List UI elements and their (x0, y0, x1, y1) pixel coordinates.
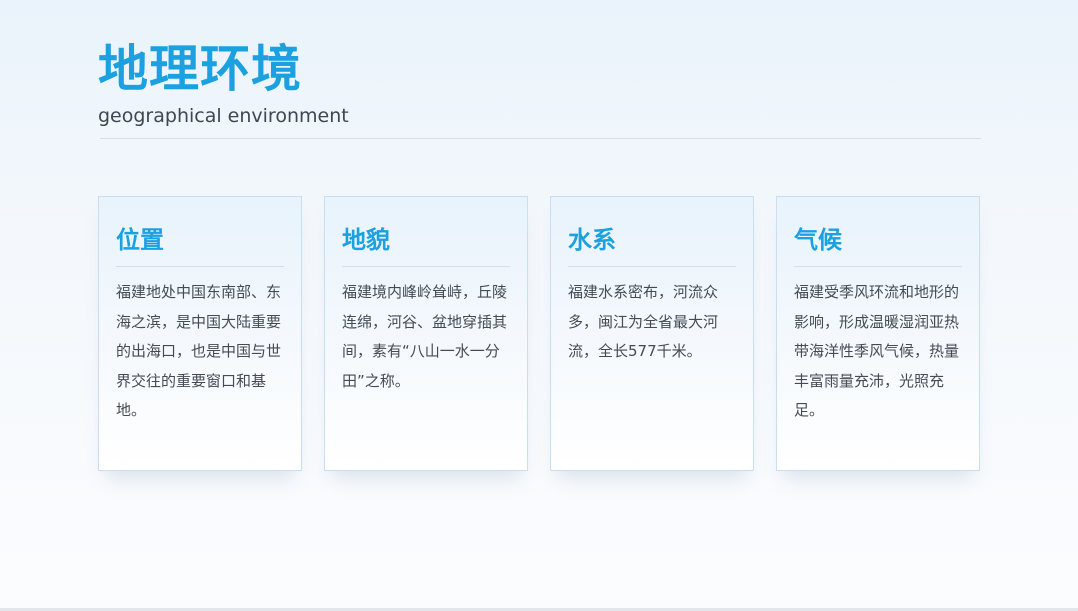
page-title: 地理环境 (98, 39, 302, 98)
card-divider (116, 266, 284, 267)
card-water-system: 水系 福建水系密布，河流众多，闽江为全省最大河流，全长577千米。 (550, 196, 754, 471)
page-subtitle: geographical environment (98, 105, 349, 127)
card-title: 气候 (794, 225, 842, 254)
card-title: 地貌 (342, 225, 390, 254)
header-divider (100, 138, 981, 139)
card-text: 福建受季风环流和地形的影响，形成温暖湿润亚热带海洋性季风气候，热量丰富雨量充沛，… (794, 283, 960, 419)
card-climate: 气候 福建受季风环流和地形的影响，形成温暖湿润亚热带海洋性季风气候，热量丰富雨量… (776, 196, 980, 471)
slide: 地理环境 geographical environment 位置 福建地处中国东… (0, 0, 1078, 608)
card-location: 位置 福建地处中国东南部、东海之滨，是中国大陆重要的出海口，也是中国与世界交往的… (98, 196, 302, 471)
card-text: 福建地处中国东南部、东海之滨，是中国大陆重要的出海口，也是中国与世界交往的重要窗… (116, 283, 282, 419)
card-text: 福建水系密布，河流众多，闽江为全省最大河流，全长577千米。 (568, 283, 719, 360)
card-divider (794, 266, 962, 267)
card-divider (568, 266, 736, 267)
card-divider (342, 266, 510, 267)
card-landform: 地貌 福建境内峰岭耸峙，丘陵连绵，河谷、盆地穿插其间，素有“八山一水一分田”之称… (324, 196, 528, 471)
card-title: 水系 (568, 225, 616, 254)
card-text: 福建境内峰岭耸峙，丘陵连绵，河谷、盆地穿插其间，素有“八山一水一分田”之称。 (342, 283, 508, 390)
card-title: 位置 (116, 225, 164, 254)
